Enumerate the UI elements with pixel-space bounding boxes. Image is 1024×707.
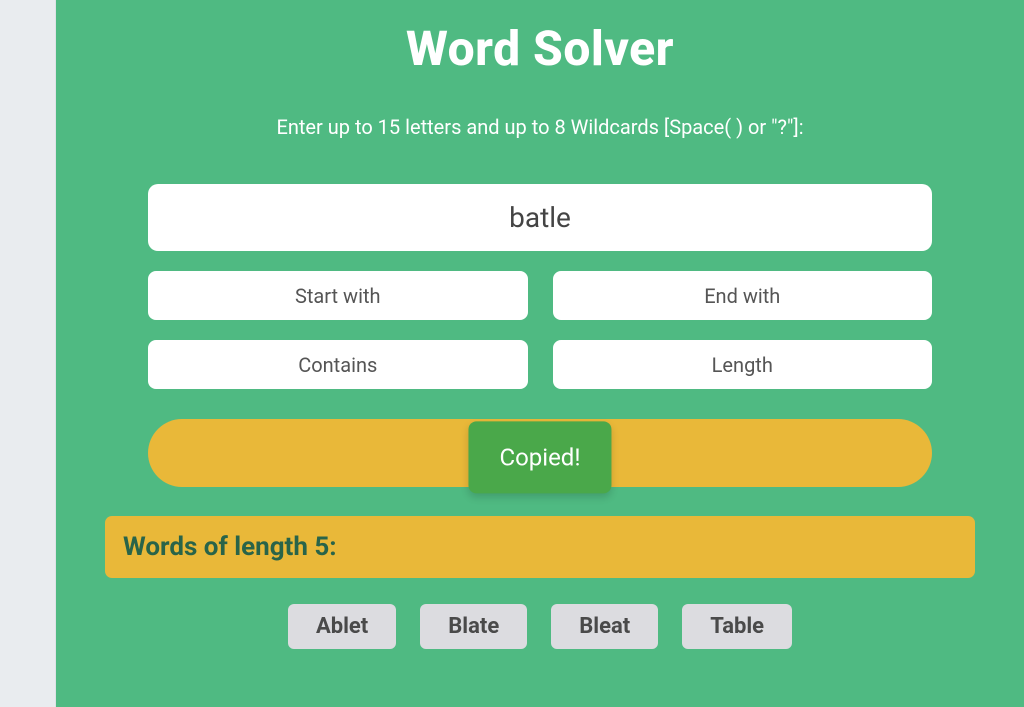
word-chips: Ablet Blate Bleat Table — [105, 604, 975, 649]
copied-toast: Copied! — [468, 421, 611, 493]
main-panel: Word Solver Enter up to 15 letters and u… — [56, 0, 1024, 707]
page-title: Word Solver — [406, 20, 674, 77]
word-chip[interactable]: Blate — [420, 604, 527, 649]
instructions-text: Enter up to 15 letters and up to 8 Wildc… — [276, 115, 803, 139]
word-chip[interactable]: Ablet — [288, 604, 396, 649]
word-chip[interactable]: Table — [682, 604, 792, 649]
form-area: Copied! — [148, 184, 932, 487]
word-chip[interactable]: Bleat — [551, 604, 658, 649]
results-heading: Words of length 5: — [105, 516, 975, 578]
inner-content: Word Solver Enter up to 15 letters and u… — [56, 0, 1024, 649]
contains-input[interactable] — [148, 340, 528, 389]
letters-input[interactable] — [148, 184, 932, 251]
start-with-input[interactable] — [148, 271, 528, 320]
left-gutter — [0, 0, 56, 707]
page-wrap: Word Solver Enter up to 15 letters and u… — [0, 0, 1024, 707]
length-input[interactable] — [553, 340, 933, 389]
filter-row-2 — [148, 340, 932, 389]
submit-row: Copied! — [148, 419, 932, 487]
end-with-input[interactable] — [553, 271, 933, 320]
filter-row-1 — [148, 271, 932, 320]
